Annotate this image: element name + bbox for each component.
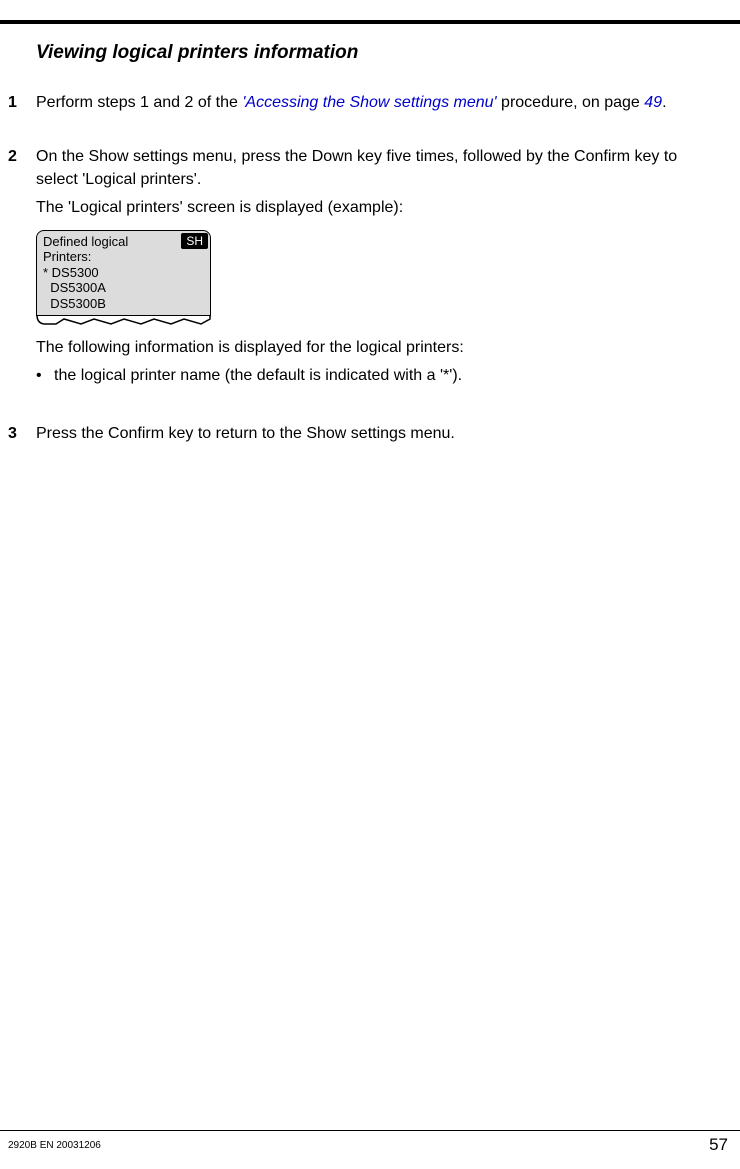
- list-item: the logical printer name (the default is…: [36, 365, 720, 387]
- step-body: Perform steps 1 and 2 of the 'Accessing …: [36, 92, 720, 118]
- display-line: DS5300A: [43, 280, 204, 296]
- procedure-link[interactable]: 'Accessing the Show settings menu': [242, 94, 496, 111]
- torn-edge: [36, 315, 211, 325]
- section-heading: Viewing logical printers information: [36, 42, 720, 64]
- display-line: Defined logical: [43, 234, 204, 250]
- display-panel: SH Defined logical Printers: * DS5300 DS…: [36, 230, 211, 325]
- text: Perform steps 1 and 2 of the: [36, 94, 242, 111]
- step-body: On the Show settings menu, press the Dow…: [36, 146, 720, 395]
- step-3: 3 Press the Confirm key to return to the…: [36, 423, 720, 449]
- text: .: [662, 94, 666, 111]
- step-2: 2 On the Show settings menu, press the D…: [36, 146, 720, 395]
- page-link[interactable]: 49: [644, 94, 662, 111]
- step-number: 2: [8, 146, 36, 395]
- display-line: Printers:: [43, 249, 204, 265]
- display-line: * DS5300: [43, 265, 204, 281]
- page-number: 57: [709, 1135, 728, 1155]
- bottom-rule: [0, 1130, 740, 1131]
- steps: 1 Perform steps 1 and 2 of the 'Accessin…: [36, 92, 720, 450]
- step-body: Press the Confirm key to return to the S…: [36, 423, 720, 449]
- top-rule: [0, 20, 740, 24]
- text: procedure, on page: [497, 94, 645, 111]
- step-text: The following information is displayed f…: [36, 337, 720, 359]
- step-number: 3: [8, 423, 36, 449]
- sh-badge: SH: [181, 233, 208, 249]
- display-line: DS5300B: [43, 296, 204, 312]
- lcd-display: SH Defined logical Printers: * DS5300 DS…: [36, 230, 211, 316]
- step-number: 1: [8, 92, 36, 118]
- step-text: On the Show settings menu, press the Dow…: [36, 146, 720, 191]
- step-1: 1 Perform steps 1 and 2 of the 'Accessin…: [36, 92, 720, 118]
- bullet-list: the logical printer name (the default is…: [36, 365, 720, 387]
- footer-doc-id: 2920B EN 20031206: [8, 1140, 101, 1151]
- step-text: Press the Confirm key to return to the S…: [36, 423, 720, 445]
- step-text: Perform steps 1 and 2 of the 'Accessing …: [36, 92, 720, 114]
- step-text: The 'Logical printers' screen is display…: [36, 197, 720, 219]
- page-content: Viewing logical printers information 1 P…: [36, 42, 720, 478]
